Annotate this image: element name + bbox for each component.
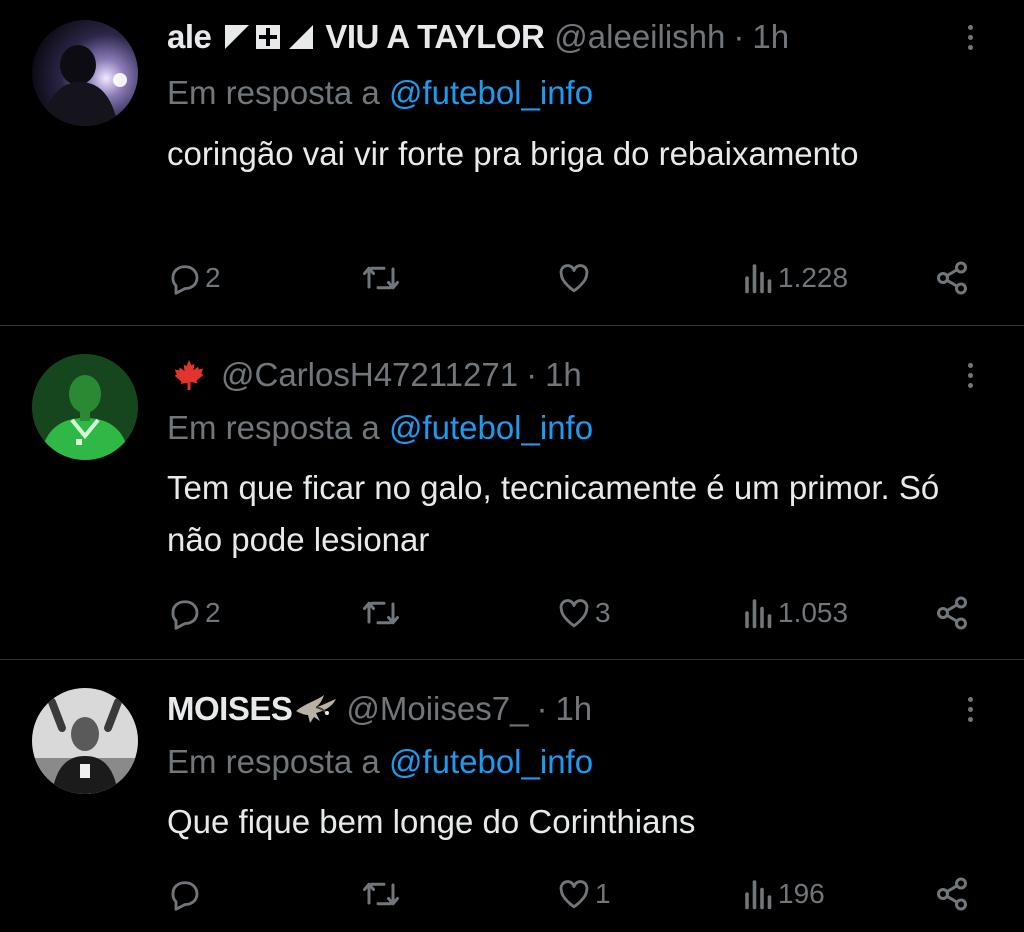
view-count: 1.053 <box>778 597 849 628</box>
views-button[interactable]: 1.053 <box>742 593 848 633</box>
display-name[interactable]: MOISES <box>167 689 293 729</box>
user-handle[interactable]: @Moiises7_ <box>346 689 528 729</box>
like-button[interactable] <box>555 258 595 298</box>
user-handle[interactable]: @CarlosH47211271 <box>221 355 518 395</box>
retweet-icon <box>363 882 399 906</box>
tweet[interactable]: @CarlosH47211271 · 1h Em resposta a @fut… <box>0 326 1024 659</box>
timestamp[interactable]: 1h <box>545 355 582 395</box>
more-options-icon[interactable] <box>958 17 982 57</box>
reply-icon <box>171 600 199 630</box>
reply-prefix: Em resposta a <box>167 409 380 446</box>
avatar-photo <box>32 354 138 460</box>
view-count: 1.228 <box>778 262 849 293</box>
separator-dot: · <box>733 18 745 55</box>
reply-prefix: Em resposta a <box>167 74 380 111</box>
more-options-icon[interactable] <box>958 355 982 395</box>
reply-context: Em resposta a @futebol_info <box>167 408 593 448</box>
avatar[interactable] <box>32 354 138 460</box>
flag-icon <box>223 23 315 51</box>
views-button[interactable]: 1.228 <box>742 258 848 298</box>
timestamp[interactable]: 1h <box>752 17 789 57</box>
heart-icon <box>559 599 589 628</box>
share-icon <box>937 261 967 295</box>
view-count: 196 <box>778 878 825 909</box>
reply-mention-link[interactable]: @futebol_info <box>389 743 593 780</box>
views-button[interactable]: 196 <box>742 874 825 914</box>
avatar[interactable] <box>32 688 138 794</box>
reply-button[interactable]: 2 <box>167 593 221 633</box>
reply-icon <box>171 265 199 295</box>
reply-count: 2 <box>205 262 221 293</box>
tweet-text: Que fique bem longe do Corinthians <box>167 803 696 840</box>
like-button[interactable]: 3 <box>555 593 611 633</box>
maple-leaf-icon <box>167 357 211 393</box>
reply-button[interactable]: 2 <box>167 258 221 298</box>
like-count: 3 <box>595 597 611 628</box>
views-icon <box>745 880 772 910</box>
retweet-icon <box>363 266 399 290</box>
tweet-text: Tem que ficar no galo, tecnicamente é um… <box>167 469 940 558</box>
reply-icon <box>171 881 199 911</box>
tweet-actions: 2 1.228 <box>0 258 1024 298</box>
reply-mention-link[interactable]: @futebol_info <box>389 74 593 111</box>
tweet[interactable]: MOISES @Moiises7_ · 1h Em resposta a @fu… <box>0 660 1024 932</box>
reply-context: Em resposta a @futebol_info <box>167 742 593 782</box>
tweet-actions: 1 196 <box>0 874 1024 914</box>
share-icon <box>937 596 967 630</box>
eagle-icon <box>294 691 338 727</box>
like-button[interactable]: 1 <box>555 874 611 914</box>
reply-context: Em resposta a @futebol_info <box>167 73 593 113</box>
share-button[interactable] <box>934 593 970 633</box>
retweet-icon <box>363 601 399 625</box>
avatar-photo <box>32 688 138 794</box>
views-icon <box>745 599 772 629</box>
separator-dot: · <box>526 356 538 393</box>
more-options-icon[interactable] <box>958 689 982 729</box>
views-icon <box>745 264 772 294</box>
timestamp[interactable]: 1h <box>555 689 592 729</box>
heart-icon <box>559 264 589 293</box>
avatar[interactable] <box>32 20 138 126</box>
retweet-button[interactable] <box>360 593 404 633</box>
share-button[interactable] <box>934 874 970 914</box>
separator-dot: · <box>536 690 548 727</box>
reply-button[interactable] <box>167 874 205 914</box>
tweet-actions: 2 3 1.053 <box>0 593 1024 633</box>
reply-mention-link[interactable]: @futebol_info <box>389 409 593 446</box>
tweet-text: coringão vai vir forte pra briga do reba… <box>167 135 859 172</box>
user-handle[interactable]: @aleeilishh <box>554 17 725 57</box>
heart-icon <box>559 880 589 909</box>
retweet-button[interactable] <box>360 874 404 914</box>
avatar-photo <box>32 20 138 126</box>
reply-count: 2 <box>205 597 221 628</box>
share-icon <box>937 877 967 911</box>
reply-prefix: Em resposta a <box>167 743 380 780</box>
display-name[interactable]: ale <box>167 17 212 57</box>
retweet-button[interactable] <box>360 258 404 298</box>
share-button[interactable] <box>934 258 970 298</box>
display-name-suffix[interactable]: VIU A TAYLOR <box>325 17 544 57</box>
tweet[interactable]: ale VIU A TAYLOR @aleeilishh · 1h Em res… <box>0 0 1024 325</box>
like-count: 1 <box>595 878 611 909</box>
